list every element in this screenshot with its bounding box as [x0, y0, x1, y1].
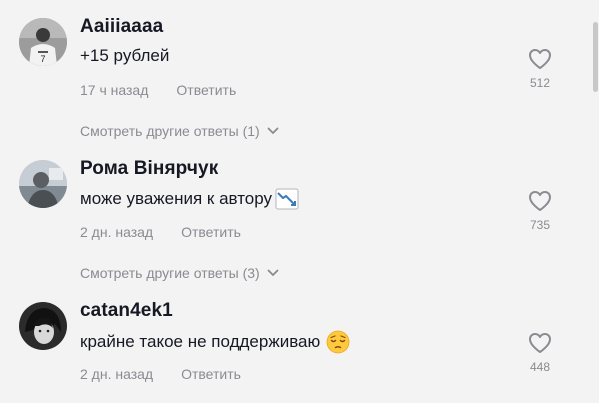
avatar[interactable]: [19, 160, 67, 208]
comment-text-content: +15 рублей: [80, 46, 170, 65]
pensive-face-icon: [326, 330, 350, 354]
comment-timestamp: 2 дн. назад: [80, 224, 154, 240]
heart-icon[interactable]: [528, 332, 552, 354]
like-control: 448: [524, 332, 556, 374]
like-count: 448: [529, 360, 551, 374]
comment-text-content: крайне такое не поддерживаю: [80, 332, 321, 351]
scrollbar[interactable]: [592, 0, 599, 403]
comment-text-content: може уважения к автору: [80, 189, 273, 208]
comment-username[interactable]: catan4ek1: [80, 300, 173, 322]
view-more-replies-label: Смотреть другие ответы (1): [80, 123, 260, 139]
comment-timestamp: 2 дн. назад: [80, 366, 154, 382]
reply-button[interactable]: Ответить: [181, 224, 241, 240]
avatar[interactable]: 7: [19, 18, 67, 66]
chevron-down-icon: [267, 127, 279, 134]
chart-decreasing-icon: [275, 188, 299, 210]
comment-username[interactable]: Рома Вінярчук: [80, 158, 218, 180]
comment-text: +15 рублей: [80, 46, 169, 66]
comment-meta: 17 ч назад Ответить: [80, 82, 236, 98]
comment-meta: 2 дн. назад Ответить: [80, 366, 241, 382]
reply-button[interactable]: Ответить: [181, 366, 241, 382]
comment-timestamp: 17 ч назад: [80, 82, 149, 98]
comment-username[interactable]: Aaiiiaaaa: [80, 16, 163, 38]
comment-text: може уважения к автору: [80, 188, 299, 210]
heart-icon[interactable]: [528, 48, 552, 70]
chevron-down-icon: [267, 269, 279, 276]
svg-text:7: 7: [40, 54, 45, 64]
comments-panel: 7 Aaiiiaaaa +15 рублей 17 ч назад Ответит…: [0, 0, 599, 403]
view-more-replies-button[interactable]: Смотреть другие ответы (3): [80, 265, 279, 281]
comment-text: крайне такое не поддерживаю: [80, 330, 350, 354]
heart-icon[interactable]: [528, 190, 552, 212]
like-control: 735: [524, 190, 556, 232]
like-count: 512: [529, 76, 551, 90]
like-control: 512: [524, 48, 556, 90]
scrollbar-thumb[interactable]: [593, 22, 598, 92]
view-more-replies-button[interactable]: Смотреть другие ответы (1): [80, 123, 279, 139]
comment-meta: 2 дн. назад Ответить: [80, 224, 241, 240]
reply-button[interactable]: Ответить: [176, 82, 236, 98]
like-count: 735: [529, 218, 551, 232]
avatar[interactable]: [19, 302, 67, 350]
view-more-replies-label: Смотреть другие ответы (3): [80, 265, 260, 281]
